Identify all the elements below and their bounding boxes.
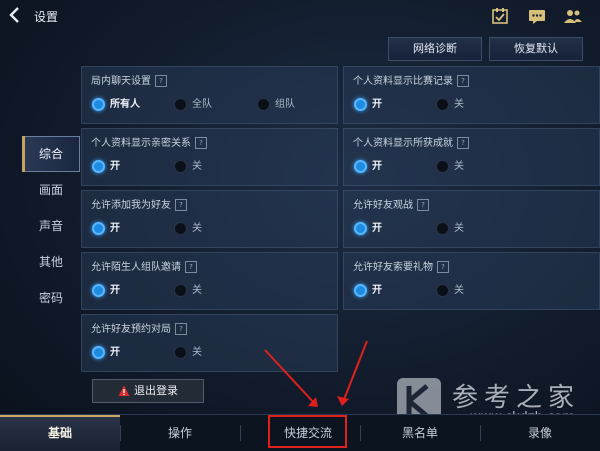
radio-icon xyxy=(174,283,187,297)
sidebar-item-display[interactable]: 画面 xyxy=(22,172,80,208)
help-icon[interactable]: ? xyxy=(437,261,449,273)
match-record-on[interactable]: 开 xyxy=(354,95,382,111)
watermark-text: 参考之家 xyxy=(452,383,581,413)
radio-selected-icon xyxy=(354,221,367,235)
help-icon[interactable]: ? xyxy=(155,75,167,87)
radio-selected-icon xyxy=(92,345,105,359)
intimacy-on[interactable]: 开 xyxy=(92,157,120,173)
quick-chat-highlight-box xyxy=(268,415,347,448)
radio-icon xyxy=(436,97,449,111)
network-diagnosis-button[interactable]: 网络诊断 xyxy=(388,37,482,61)
tab-blacklist[interactable]: 黑名单 xyxy=(360,415,480,451)
match-record-title: 个人资料显示比赛记录 xyxy=(353,76,453,87)
watch-on[interactable]: 开 xyxy=(354,219,382,235)
match-record-off[interactable]: 关 xyxy=(436,95,464,111)
sidebar: 综合 画面 声音 其他 密码 xyxy=(22,136,80,316)
restore-default-button[interactable]: 恢复默认 xyxy=(489,37,583,61)
reservation-title: 允许好友预约对局 xyxy=(91,324,171,335)
achievements-on[interactable]: 开 xyxy=(354,157,382,173)
tab-basic[interactable]: 基础 xyxy=(0,415,120,451)
radio-icon xyxy=(174,159,187,173)
sidebar-item-password[interactable]: 密码 xyxy=(22,280,80,316)
help-icon[interactable]: ? xyxy=(195,137,207,149)
radio-selected-icon xyxy=(92,159,105,173)
stranger-invite-off[interactable]: 关 xyxy=(174,281,202,297)
reservation-off[interactable]: 关 xyxy=(174,343,202,359)
intimacy-off[interactable]: 关 xyxy=(174,157,202,173)
tab-controls[interactable]: 操作 xyxy=(120,415,240,451)
tab-divider xyxy=(240,425,241,441)
top-bar: 设置 xyxy=(0,0,600,32)
achievements-card: 个人资料显示所获成就? 开 关 xyxy=(343,128,600,186)
match-record-card: 个人资料显示比赛记录? 开 关 xyxy=(343,66,600,124)
radio-selected-icon xyxy=(354,283,367,297)
add-friend-card: 允许添加我为好友? 开 关 xyxy=(81,190,338,248)
gift-request-title: 允许好友索要礼物 xyxy=(353,262,433,273)
radio-icon xyxy=(257,97,270,111)
radio-selected-icon xyxy=(92,221,105,235)
help-icon[interactable]: ? xyxy=(457,75,469,87)
radio-icon xyxy=(174,97,187,111)
watch-title: 允许好友观战 xyxy=(353,200,413,211)
back-arrow-icon[interactable] xyxy=(8,6,28,26)
stranger-invite-title: 允许陌生人组队邀请 xyxy=(91,262,181,273)
intimacy-card: 个人资料显示亲密关系? 开 关 xyxy=(81,128,338,186)
sidebar-item-sound[interactable]: 声音 xyxy=(22,208,80,244)
calendar-check-icon[interactable] xyxy=(490,6,510,26)
add-friend-off[interactable]: 关 xyxy=(174,219,202,235)
sidebar-item-other[interactable]: 其他 xyxy=(22,244,80,280)
radio-icon xyxy=(174,345,187,359)
page-title: 设置 xyxy=(34,10,59,24)
help-icon[interactable]: ? xyxy=(185,261,197,273)
radio-icon xyxy=(436,159,449,173)
tab-replay[interactable]: 录像 xyxy=(480,415,600,451)
gift-request-card: 允许好友索要礼物? 开 关 xyxy=(343,252,600,310)
help-icon[interactable]: ? xyxy=(417,199,429,211)
radio-selected-icon xyxy=(354,159,367,173)
watch-card: 允许好友观战? 开 关 xyxy=(343,190,600,248)
radio-icon xyxy=(436,283,449,297)
radio-icon xyxy=(174,221,187,235)
sidebar-item-general[interactable]: 综合 xyxy=(22,136,80,172)
help-icon[interactable]: ? xyxy=(457,137,469,149)
achievements-off[interactable]: 关 xyxy=(436,157,464,173)
add-friend-title: 允许添加我为好友 xyxy=(91,200,171,211)
radio-selected-icon xyxy=(354,97,367,111)
gift-request-on[interactable]: 开 xyxy=(354,281,382,297)
friends-icon[interactable] xyxy=(563,6,583,26)
stranger-invite-card: 允许陌生人组队邀请? 开 关 xyxy=(81,252,338,310)
help-icon[interactable]: ? xyxy=(175,199,187,211)
logout-label: 退出登录 xyxy=(134,384,178,397)
chat-option-party[interactable]: 组队 xyxy=(257,95,295,111)
stranger-invite-on[interactable]: 开 xyxy=(92,281,120,297)
gift-request-off[interactable]: 关 xyxy=(436,281,464,297)
add-friend-on[interactable]: 开 xyxy=(92,219,120,235)
radio-selected-icon xyxy=(92,97,105,111)
chat-option-all[interactable]: 所有人 xyxy=(92,95,140,111)
radio-icon xyxy=(436,221,449,235)
logout-button[interactable]: 退出登录 xyxy=(92,379,204,403)
chat-option-team[interactable]: 全队 xyxy=(174,95,212,111)
chat-bubble-icon[interactable] xyxy=(527,6,547,26)
warning-icon xyxy=(118,385,130,396)
achievements-title: 个人资料显示所获成就 xyxy=(353,138,453,149)
reservation-card: 允许好友预约对局? 开 关 xyxy=(81,314,338,372)
intimacy-title: 个人资料显示亲密关系 xyxy=(91,138,191,149)
chat-setting-title: 局内聊天设置 xyxy=(91,76,151,87)
watch-off[interactable]: 关 xyxy=(436,219,464,235)
radio-selected-icon xyxy=(92,283,105,297)
chat-setting-card: 局内聊天设置? 所有人 全队 组队 xyxy=(81,66,338,124)
help-icon[interactable]: ? xyxy=(175,323,187,335)
reservation-on[interactable]: 开 xyxy=(92,343,120,359)
